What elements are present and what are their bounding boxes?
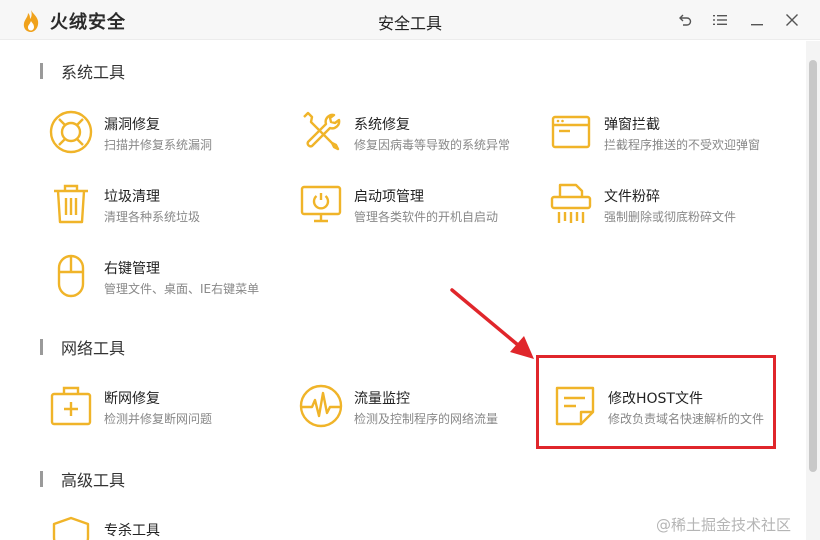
minimize-icon (751, 24, 763, 26)
menu-icon (713, 15, 727, 25)
tool-name: 弹窗拦截 (604, 117, 660, 133)
section-marker (40, 63, 43, 79)
first-aid-kit-icon (50, 386, 92, 426)
tool-network-repair[interactable]: 断网修复 检测并修复断网问题 (48, 383, 288, 435)
tool-name: 垃圾清理 (104, 189, 160, 205)
section-title-network: 网络工具 (40, 337, 125, 358)
window-title: 安全工具 (377, 14, 442, 33)
monitor-power-icon (300, 185, 342, 223)
menu-button[interactable] (709, 9, 731, 31)
popup-window-icon (551, 115, 591, 149)
tool-file-shredder[interactable]: 文件粉碎 强制删除或彻底粉碎文件 (548, 181, 788, 233)
highlight-box (536, 355, 776, 449)
tool-desc: 管理文件、桌面、IE右键菜单 (104, 282, 260, 296)
tool-context-menu[interactable]: 右键管理 管理文件、桌面、IE右键菜单 (48, 253, 288, 305)
tool-desc: 检测并修复断网问题 (104, 412, 213, 426)
title-bar: 火绒安全 安全工具 (0, 0, 820, 40)
tool-name: 专杀工具 (104, 523, 160, 539)
tool-desc: 拦截程序推送的不受欢迎弹窗 (604, 138, 761, 152)
tool-special-killer[interactable]: 专杀工具 (48, 515, 288, 540)
tool-junk-clean[interactable]: 垃圾清理 清理各种系统垃圾 (48, 181, 288, 233)
section-marker (40, 471, 43, 487)
tool-name: 漏洞修复 (104, 117, 160, 133)
wrench-screwdriver-icon (303, 111, 341, 151)
close-button[interactable] (781, 9, 803, 31)
tool-name: 文件粉碎 (604, 189, 660, 205)
tool-traffic-monitor[interactable]: 流量监控 检测及控制程序的网络流量 (298, 383, 538, 435)
tool-system-repair[interactable]: 系统修复 修复因病毒等导致的系统异常 (298, 109, 538, 161)
tool-name: 系统修复 (354, 117, 410, 133)
section-title-system: 系统工具 (40, 61, 125, 82)
watermark: @稀土掘金技术社区 (656, 516, 792, 534)
lifebuoy-icon (49, 110, 93, 154)
tool-desc: 修复因病毒等导致的系统异常 (354, 138, 511, 152)
tool-startup-manager[interactable]: 启动项管理 管理各类软件的开机自启动 (298, 181, 538, 233)
tool-desc: 管理各类软件的开机自启动 (354, 210, 499, 224)
mouse-icon (57, 254, 85, 298)
back-button[interactable] (674, 9, 696, 31)
shredder-icon (550, 183, 592, 223)
tool-name: 流量监控 (354, 391, 410, 407)
trash-icon (54, 184, 88, 224)
minimize-button[interactable] (746, 9, 768, 31)
tools-panel: 系统工具 漏洞修复 扫描并修复系统漏洞 系统修复 修复因病毒等导致的系统异常 弹… (0, 41, 806, 540)
tool-name: 启动项管理 (354, 189, 424, 205)
shield-icon (52, 516, 90, 540)
annotation-arrow (450, 288, 534, 359)
undo-icon (679, 14, 692, 26)
tool-desc: 强制删除或彻底粉碎文件 (604, 210, 737, 224)
close-icon (786, 14, 798, 26)
section-marker (40, 339, 43, 355)
section-title-advanced: 高级工具 (40, 469, 125, 490)
tool-name: 右键管理 (104, 261, 160, 277)
tool-popup-block[interactable]: 弹窗拦截 拦截程序推送的不受欢迎弹窗 (548, 109, 788, 161)
tool-vulnerability-fix[interactable]: 漏洞修复 扫描并修复系统漏洞 (48, 109, 288, 161)
tool-name: 断网修复 (104, 391, 160, 407)
scrollbar-thumb[interactable] (809, 60, 817, 472)
traffic-pulse-icon (299, 384, 343, 428)
tool-desc: 清理各种系统垃圾 (104, 210, 201, 224)
tool-desc: 扫描并修复系统漏洞 (104, 138, 213, 152)
tool-desc: 检测及控制程序的网络流量 (354, 412, 499, 426)
